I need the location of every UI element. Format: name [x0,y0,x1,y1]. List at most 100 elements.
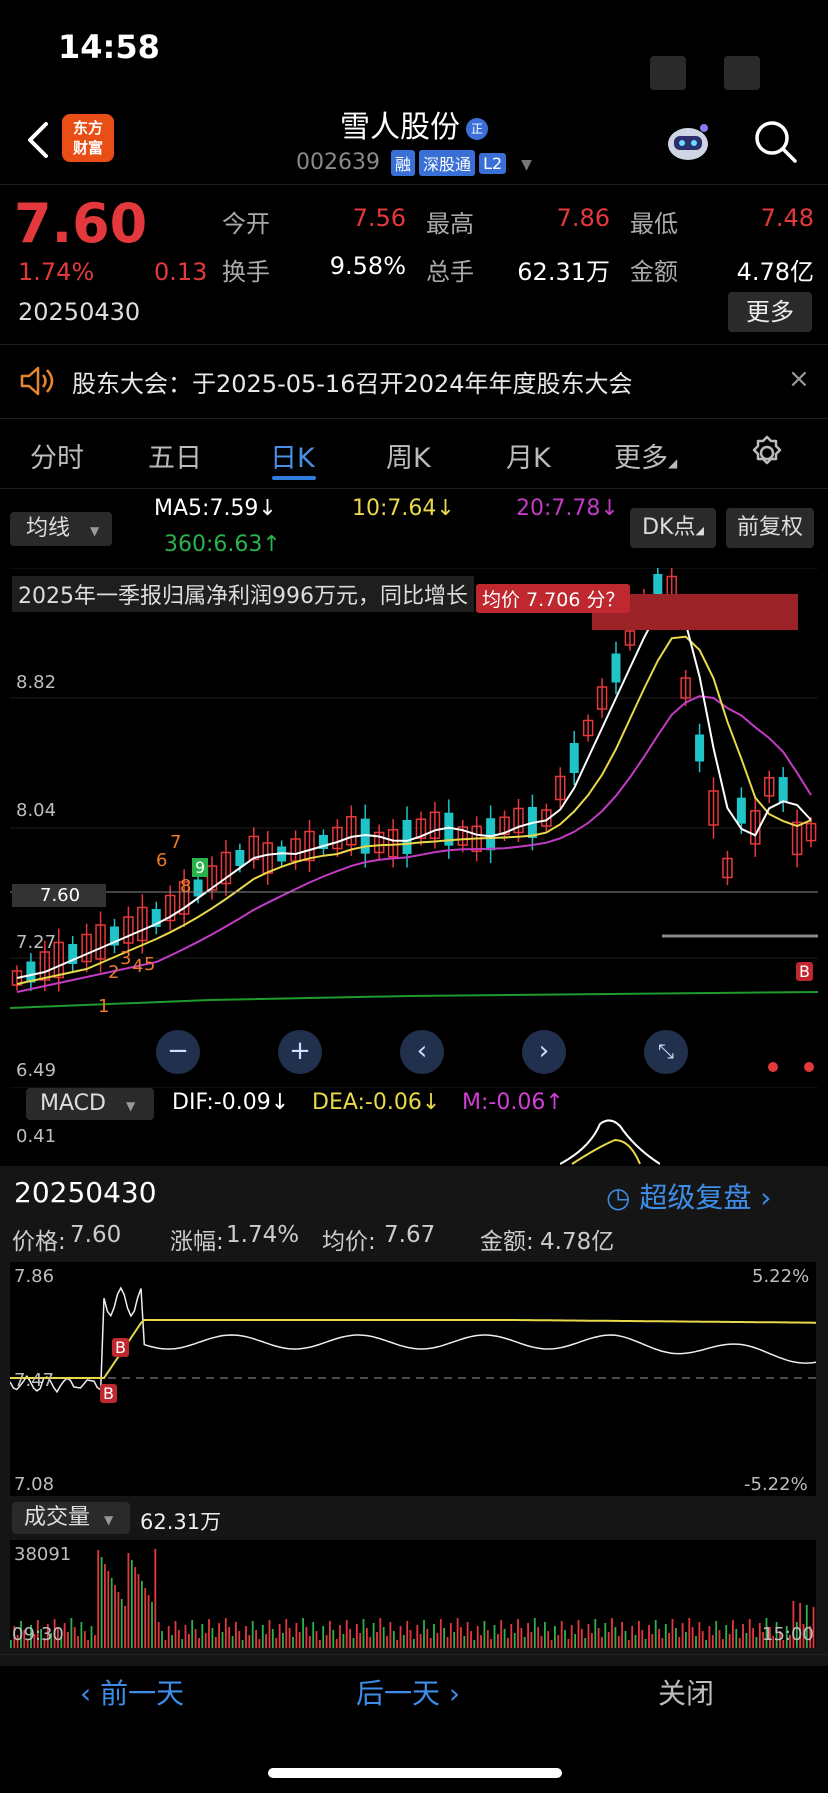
buy-marker: B [100,1384,117,1403]
tab-five-day[interactable]: 五日 [148,436,202,475]
volume-bar [345,1620,348,1648]
volume-bar [738,1638,741,1648]
volume-value: 62.31万 [517,258,610,286]
volume-bar [110,1578,113,1648]
volume-bar [587,1624,590,1648]
volume-select-label: 成交量 [24,1505,91,1530]
volume-bar [745,1633,748,1648]
average-price-tip: 均价 7.706 分？ [476,584,631,613]
volume-bar [510,1624,513,1648]
volume-bar [449,1623,452,1648]
tab-more[interactable]: 更多◢ [614,436,677,475]
ma5-line [16,595,812,979]
candle-body [611,653,621,683]
volume-bar [161,1631,163,1648]
volume-bar [661,1638,664,1648]
volume-bar [241,1640,244,1648]
notice-text: 股东大会：于2025-05-16召开2024年年度股东大会 [72,370,633,398]
volume-bar [758,1623,761,1648]
home-indicator [268,1768,562,1778]
volume-bar [409,1630,412,1648]
time-end: 15:00 [762,1624,814,1645]
report-banner[interactable]: 2025年一季报归属净利润996万元，同比增长 [12,576,474,612]
tab-day-k[interactable]: 日K [270,436,315,475]
volume-bar [446,1637,449,1648]
fullscreen-button[interactable]: ⤡ [644,1030,688,1074]
volume-bar [466,1622,469,1648]
volume-bar [607,1632,610,1648]
volume-bar [194,1629,197,1648]
candle-body [569,743,579,773]
indicator-select-label: 均线 [26,516,71,541]
volume-bar [214,1637,217,1648]
volume-bar [87,1640,89,1648]
tab-week-k[interactable]: 周K [386,436,431,475]
event-dot [804,1062,814,1072]
tab-indicator [272,476,316,480]
volume-bar [752,1628,754,1648]
volume-bar [396,1640,398,1648]
day-pct-label: 涨幅: [170,1229,224,1255]
candle-body [695,734,705,762]
scroll-right-button[interactable]: › [522,1030,566,1074]
settings-button[interactable] [748,434,786,476]
count-marker: 5 [144,954,156,975]
volume-bar [748,1619,751,1648]
more-button[interactable]: 更多 [728,292,812,332]
indicator-select[interactable]: 均线 ▼ [10,512,112,546]
close-button[interactable]: 关闭 [658,1672,714,1712]
volume-bar [470,1631,472,1648]
ma360-value: 360:6.63↑ [164,532,281,557]
volume-bar [302,1618,304,1648]
volume-bar [255,1630,257,1648]
volume-bar [483,1621,486,1648]
day-price-value: 7.60 [70,1222,122,1248]
volume-bar [621,1622,623,1648]
volume-bar [456,1618,459,1648]
volume-bar [174,1621,177,1648]
volume-bar [322,1626,325,1648]
volume-bar [742,1624,744,1648]
ma360-line [10,991,818,1009]
next-day-button[interactable]: 后一天 › [356,1672,460,1712]
volume-bar [570,1625,573,1648]
zoom-in-button[interactable]: + [278,1030,322,1074]
volume-bar [547,1631,550,1648]
kline-chart[interactable] [10,568,818,1088]
tab-month-k[interactable]: 月K [506,436,551,475]
chevron-down-icon: ▼ [521,157,532,173]
volume-bar [315,1631,318,1648]
low-value: 7.48 [760,204,814,232]
zoom-out-button[interactable]: − [156,1030,200,1074]
turnover-value: 9.58% [329,252,406,280]
count-marker: 4 [132,956,144,977]
macd-y-label: 0.41 [16,1126,57,1147]
day-avg-label: 均价: [322,1229,376,1255]
robot-assistant-icon[interactable] [664,118,712,164]
volume-select[interactable]: 成交量 ▼ [12,1502,130,1534]
macd-select[interactable]: MACD ▼ [26,1088,154,1120]
volume-bar [308,1636,311,1648]
prev-day-button[interactable]: ‹ 前一天 [80,1672,184,1712]
volume-bar [406,1621,409,1648]
volume-bar [664,1624,667,1648]
super-replay-link[interactable]: ◷ 超级复盘 › [606,1176,771,1216]
search-button[interactable] [752,118,798,164]
dk-point-button[interactable]: DK点◢ [630,508,716,548]
volume-bar [329,1621,331,1648]
volume-bar [443,1628,445,1648]
close-icon[interactable]: × [788,364,810,394]
tab-timeshare[interactable]: 分时 [30,436,84,475]
volume-bar [473,1640,476,1648]
volume-bar [597,1628,600,1648]
volume-bar [319,1640,321,1648]
volume-bar [228,1627,231,1648]
adjust-button[interactable]: 前复权 [726,508,814,548]
intraday-chart [10,1262,816,1496]
volume-bar [419,1634,422,1648]
scroll-left-button[interactable]: ‹ [400,1030,444,1074]
volume-bar [695,1636,697,1648]
volume-bar [120,1599,123,1648]
corner-triangle-icon: ◢ [695,524,704,537]
amount-value: 4.78亿 [736,258,814,286]
